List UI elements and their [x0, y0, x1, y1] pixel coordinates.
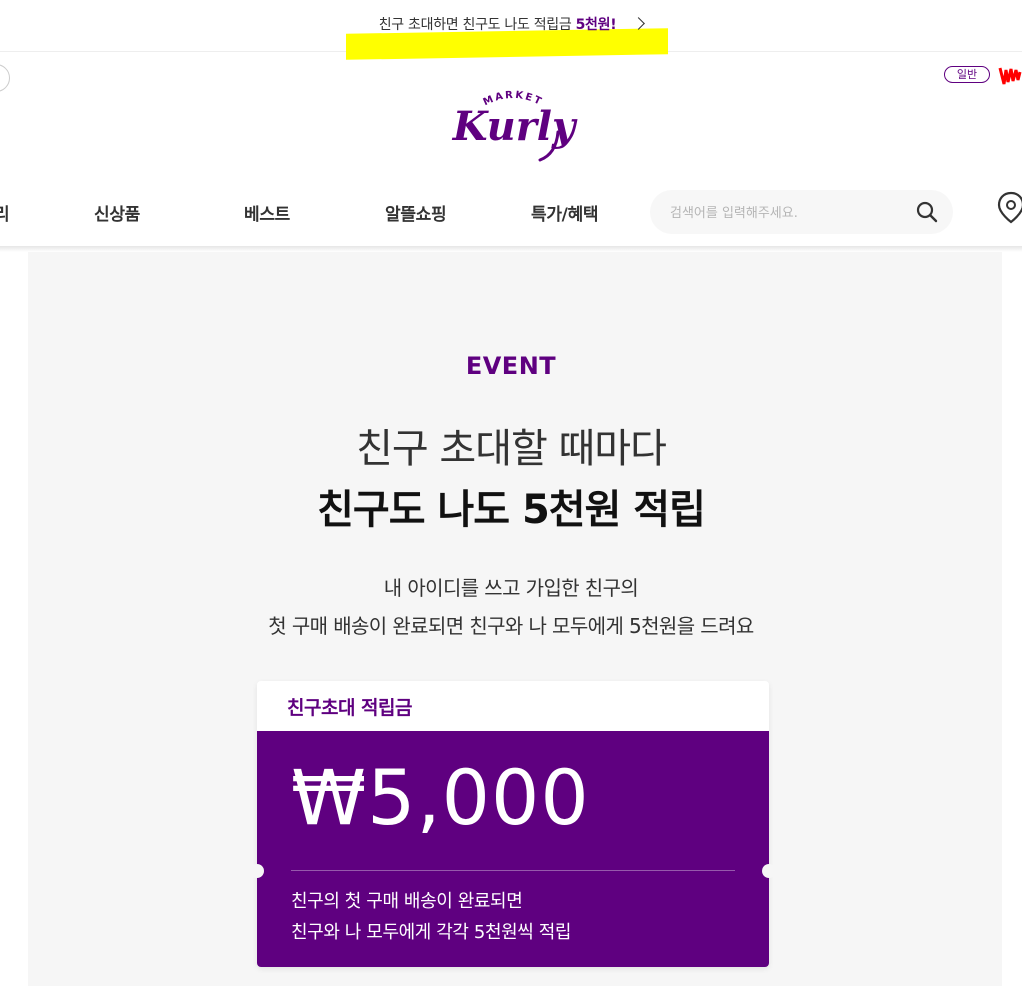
main-nav: 리 신상품 베스트 알뜰쇼핑 특가/혜택 [0, 186, 1022, 246]
chevron-right-icon [632, 17, 646, 30]
search-icon[interactable] [916, 201, 938, 223]
search-input[interactable] [668, 190, 912, 236]
event-description-1: 내 아이디를 쓰고 가입한 친구의 [383, 576, 639, 600]
nav-item-new[interactable]: 신상품 [94, 200, 140, 225]
card-notch-right [762, 864, 776, 878]
nav-item-deals[interactable]: 특가/혜택 [531, 200, 599, 225]
card-description-2: 친구와 나 모두에게 각각 5천원씩 적립 [291, 922, 572, 943]
card-header: 친구초대 적립금 [257, 681, 769, 731]
location-pin-icon[interactable] [996, 190, 1022, 224]
card-divider [291, 870, 735, 871]
top-banner[interactable]: 친구 초대하면 친구도 나도 적립금 5천원! [0, 0, 1022, 60]
event-label: EVENT [465, 352, 557, 380]
event-description-2: 첫 구매 배송이 완료되면 친구와 나 모두에게 5천원을 드려요 [268, 614, 754, 638]
event-headline-2: 친구도 나도 5천원 적립 [317, 487, 706, 533]
nav-item-category[interactable]: 리 [0, 200, 10, 225]
membership-badge: 일반 [944, 66, 990, 83]
invite-banner-link[interactable]: 친구 초대하면 친구도 나도 적립금 5천원! [0, 14, 1022, 34]
kurly-logo[interactable]: MARKET Kurly [440, 88, 590, 168]
partial-header-pill[interactable] [0, 64, 10, 92]
nav-item-thrift[interactable]: 알뜰쇼핑 [385, 200, 447, 225]
reward-amount: ₩5,000 [291, 753, 590, 842]
card-title: 친구초대 적립금 [287, 697, 412, 719]
card-notch-left [250, 864, 264, 878]
reward-card: 친구초대 적립금 ₩5,000 친구의 첫 구매 배송이 완료되면 친구와 나 … [250, 681, 776, 967]
svg-text:Kurly: Kurly [452, 103, 578, 150]
card-description-1: 친구의 첫 구매 배송이 완료되면 [291, 891, 523, 912]
red-scribble-mark [998, 67, 1022, 85]
banner-highlight-text: 5천원! [575, 17, 617, 33]
search-box [650, 190, 953, 236]
card-body: ₩5,000 친구의 첫 구매 배송이 완료되면 친구와 나 모두에게 각각 5… [250, 731, 776, 967]
banner-text: 친구 초대하면 친구도 나도 적립금 [378, 17, 576, 33]
event-headline-1: 친구 초대할 때마다 [356, 426, 667, 472]
nav-item-best[interactable]: 베스트 [244, 200, 290, 225]
